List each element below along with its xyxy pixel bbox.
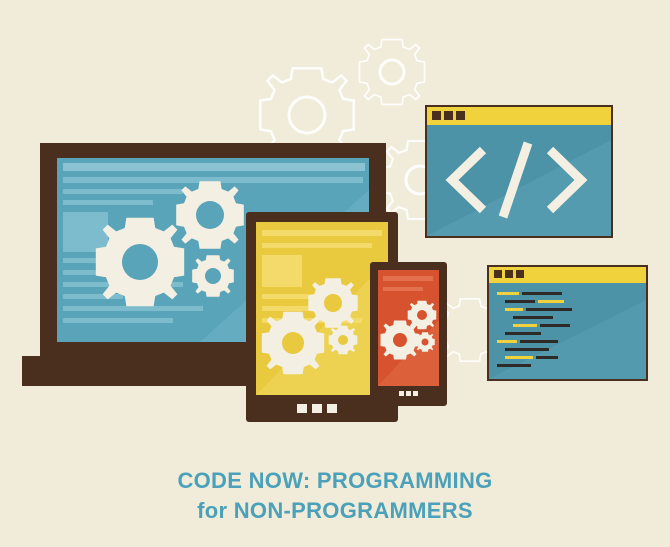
tablet-home-buttons	[297, 404, 337, 413]
code-window-titlebar	[427, 107, 611, 125]
caption-title: CODE NOW: PROGRAMMING	[177, 468, 493, 493]
caption-subtitle: for NON-PROGRAMMERS	[197, 498, 473, 523]
phone-home-buttons	[399, 391, 418, 396]
illustration	[22, 38, 648, 422]
code-window-icon	[425, 105, 613, 238]
phone-icon	[370, 262, 447, 406]
code-list-window-icon	[487, 265, 648, 381]
